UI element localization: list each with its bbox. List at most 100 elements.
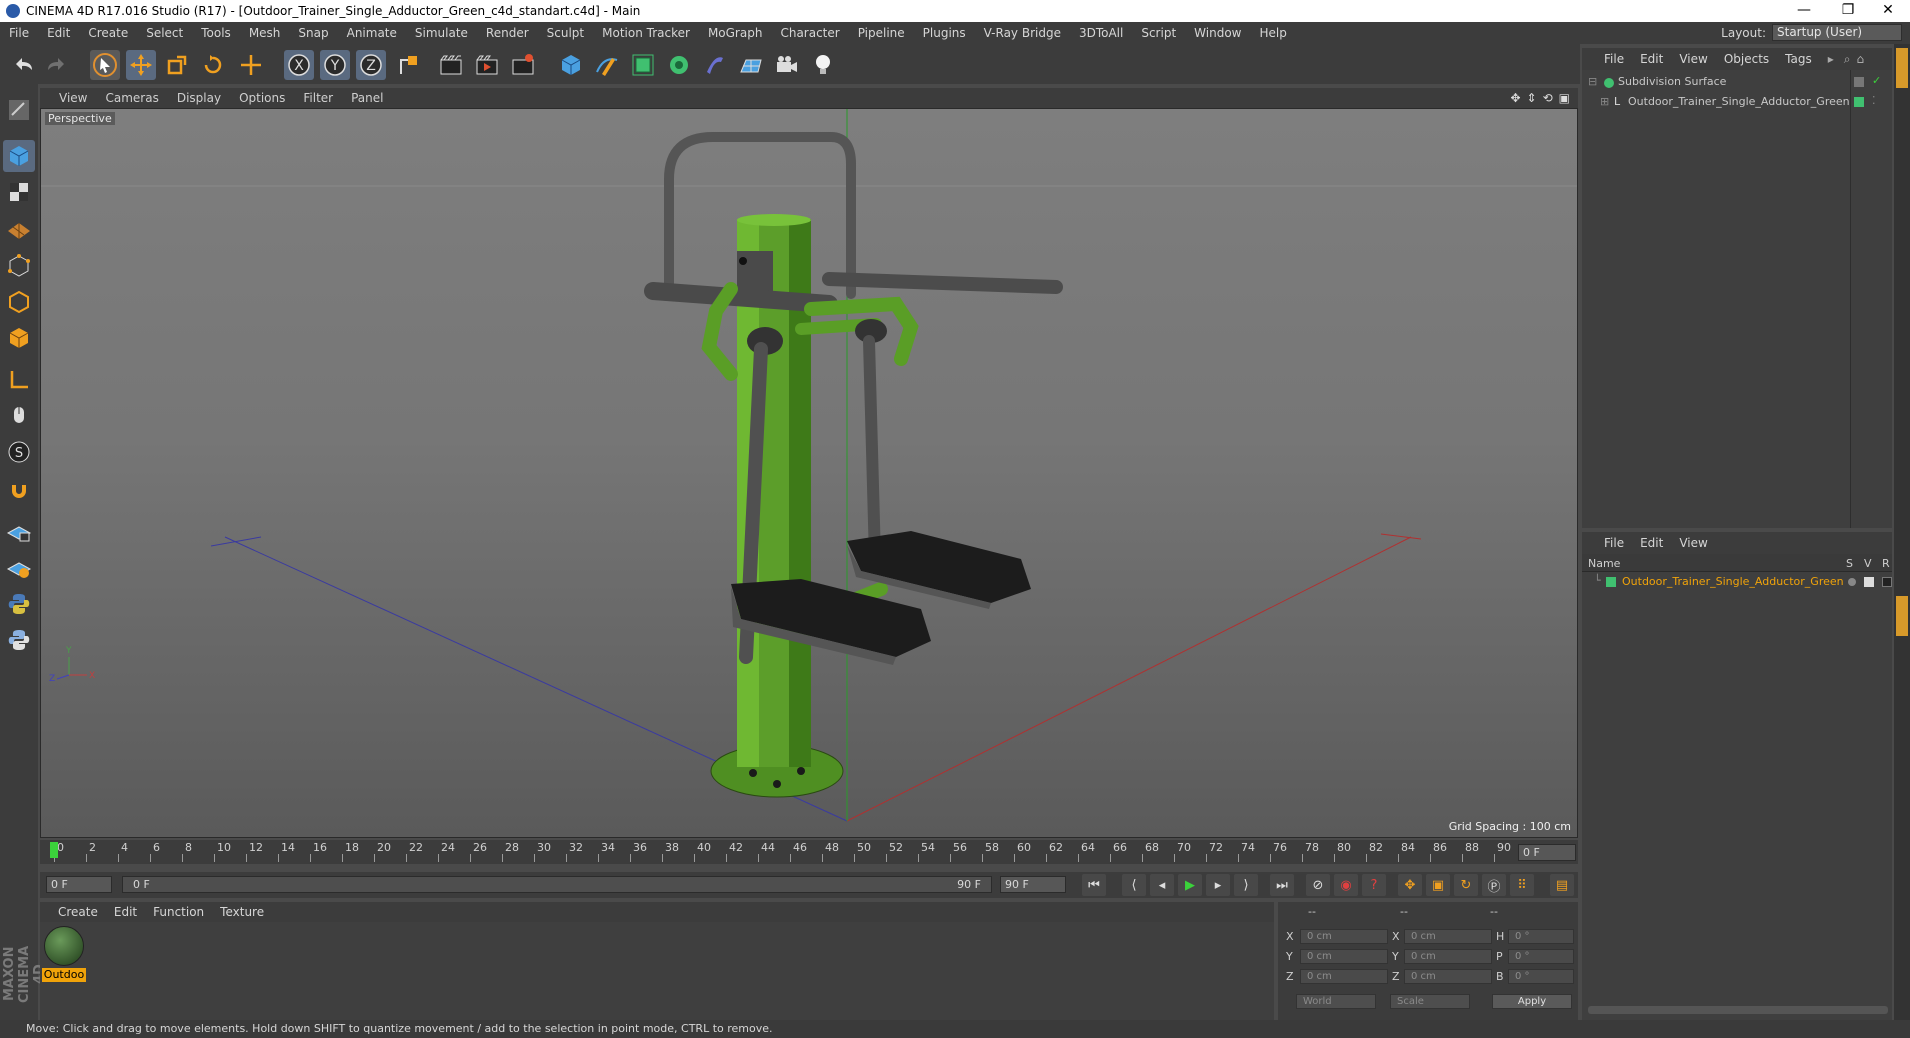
scale-tool-icon[interactable] [162, 50, 192, 80]
viewport-zoom-icon[interactable]: ⇕ [1527, 91, 1537, 105]
lm-menu-file[interactable]: File [1596, 536, 1632, 550]
next-key-icon[interactable]: ⟩ [1234, 874, 1258, 896]
render-view-icon[interactable] [436, 50, 466, 80]
select-arrow-icon[interactable] [90, 50, 120, 80]
menu-tools[interactable]: Tools [192, 26, 240, 40]
start-frame-field[interactable]: 0 F [46, 876, 112, 893]
visibility-dots-icon[interactable]: ⁚ [1872, 94, 1876, 107]
menu-mograph[interactable]: MoGraph [699, 26, 772, 40]
key-pla-icon[interactable]: ⠿ [1510, 874, 1534, 896]
tweak-mode-icon[interactable] [3, 400, 35, 432]
redo-icon[interactable] [42, 50, 72, 80]
viewport-maximize-icon[interactable]: ▣ [1559, 91, 1570, 105]
lm-menu-edit[interactable]: Edit [1632, 536, 1671, 550]
rot-h-field[interactable]: 0 ° [1508, 929, 1574, 944]
play-icon[interactable]: ▶ [1178, 874, 1202, 896]
menu-sculpt[interactable]: Sculpt [538, 26, 593, 40]
object-name[interactable]: Subdivision Surface [1618, 75, 1726, 88]
layer-color-icon[interactable] [1854, 97, 1864, 107]
light-icon[interactable] [808, 50, 838, 80]
go-to-end-icon[interactable]: ⏭ [1270, 874, 1294, 896]
menu-plugins[interactable]: Plugins [914, 26, 975, 40]
size-z-field[interactable]: 0 cm [1404, 969, 1492, 984]
timeline-playhead[interactable] [50, 842, 58, 858]
x-axis-lock-icon[interactable]: X [284, 50, 314, 80]
om-menu-view[interactable]: View [1671, 52, 1715, 66]
viewport-move-icon[interactable]: ✥ [1510, 91, 1520, 105]
key-position-icon[interactable]: ✥ [1398, 874, 1422, 896]
menu-animate[interactable]: Animate [338, 26, 406, 40]
coordinate-mode-select[interactable]: World [1296, 994, 1376, 1009]
solo-dot-icon[interactable] [1848, 578, 1856, 586]
col-solo[interactable]: S [1846, 557, 1853, 570]
workplane-magnet-icon[interactable] [3, 552, 35, 584]
python-console-icon[interactable] [3, 624, 35, 656]
om-search-icon[interactable]: ⌕ [1844, 52, 1851, 67]
transform-mode-select[interactable]: Scale [1390, 994, 1470, 1009]
snap-icon[interactable]: S [3, 436, 35, 468]
col-visible[interactable]: V [1864, 557, 1872, 570]
mm-menu-function[interactable]: Function [145, 905, 212, 919]
close-button[interactable]: ✕ [1866, 0, 1910, 22]
viewport-menu-filter[interactable]: Filter [294, 91, 342, 105]
render-toggle-icon[interactable] [1882, 577, 1892, 587]
undo-icon[interactable] [8, 50, 38, 80]
object-name[interactable]: Outdoor_Trainer_Single_Adductor_Green [1628, 95, 1850, 108]
live-selection-icon[interactable] [236, 50, 266, 80]
python-script-icon[interactable] [3, 588, 35, 620]
previous-frame-icon[interactable]: ◂ [1150, 874, 1174, 896]
end-frame-field[interactable]: 90 F [1000, 876, 1066, 893]
z-axis-lock-icon[interactable]: Z [356, 50, 386, 80]
om-menu-objects[interactable]: Objects [1716, 52, 1777, 66]
points-mode-icon[interactable] [3, 250, 35, 282]
axis-mode-icon[interactable] [3, 364, 35, 396]
enabled-check-icon[interactable]: ✓ [1872, 74, 1881, 87]
move-tool-icon[interactable] [126, 50, 156, 80]
expand-icon[interactable]: ⊞ [1600, 95, 1609, 108]
edges-mode-icon[interactable] [3, 286, 35, 318]
previous-key-icon[interactable]: ⟨ [1122, 874, 1146, 896]
workplane-mode-icon[interactable] [3, 212, 35, 244]
om-home-icon[interactable]: ⌂ [1857, 52, 1865, 66]
layers-tab[interactable] [1896, 596, 1908, 636]
om-menu-tags[interactable]: Tags [1777, 52, 1820, 66]
menu-snap[interactable]: Snap [289, 26, 337, 40]
magnet-icon[interactable] [3, 478, 35, 510]
visible-toggle-icon[interactable] [1864, 577, 1874, 587]
lock-workplane-icon[interactable] [3, 516, 35, 548]
size-x-field[interactable]: 0 cm [1404, 929, 1492, 944]
go-to-start-icon[interactable]: ⏮ [1082, 874, 1106, 896]
viewport-menu-display[interactable]: Display [168, 91, 230, 105]
layer-row[interactable]: └ Outdoor_Trainer_Single_Adductor_Green [1582, 574, 1892, 590]
viewport-menu-panel[interactable]: Panel [342, 91, 392, 105]
restore-button[interactable]: ❐ [1826, 0, 1870, 22]
rot-b-field[interactable]: 0 ° [1508, 969, 1574, 984]
polygons-mode-icon[interactable] [3, 322, 35, 354]
perspective-viewport[interactable]: Y X Z Perspective Grid Spacing : 100 cm [40, 108, 1578, 838]
key-rotation-icon[interactable]: ↻ [1454, 874, 1478, 896]
next-frame-icon[interactable]: ▸ [1206, 874, 1230, 896]
menu-vray-bridge[interactable]: V-Ray Bridge [975, 26, 1070, 40]
rotate-tool-icon[interactable] [198, 50, 228, 80]
mm-menu-create[interactable]: Create [50, 905, 106, 919]
current-frame-field[interactable]: 0 F [1518, 844, 1576, 861]
minimize-button[interactable]: — [1782, 0, 1826, 22]
texture-mode-icon[interactable] [3, 176, 35, 208]
key-scale-icon[interactable]: ▣ [1426, 874, 1450, 896]
om-menu-file[interactable]: File [1596, 52, 1632, 66]
menu-help[interactable]: Help [1250, 26, 1295, 40]
viewport-menu-options[interactable]: Options [230, 91, 294, 105]
floor-environment-icon[interactable] [736, 50, 766, 80]
autokey-icon[interactable]: ◉ [1334, 874, 1358, 896]
menu-render[interactable]: Render [477, 26, 538, 40]
menu-create[interactable]: Create [79, 26, 137, 40]
horizontal-scrollbar[interactable] [1588, 1006, 1888, 1014]
layer-tag-icon[interactable] [1854, 77, 1864, 87]
col-name[interactable]: Name [1588, 557, 1620, 570]
mm-menu-edit[interactable]: Edit [106, 905, 145, 919]
pos-z-field[interactable]: 0 cm [1300, 969, 1388, 984]
layout-select[interactable]: Startup (User) [1772, 24, 1902, 41]
layer-name[interactable]: Outdoor_Trainer_Single_Adductor_Green [1622, 575, 1844, 588]
keyframe-selection-icon[interactable]: ? [1362, 874, 1386, 896]
cube-primitive-icon[interactable] [556, 50, 586, 80]
